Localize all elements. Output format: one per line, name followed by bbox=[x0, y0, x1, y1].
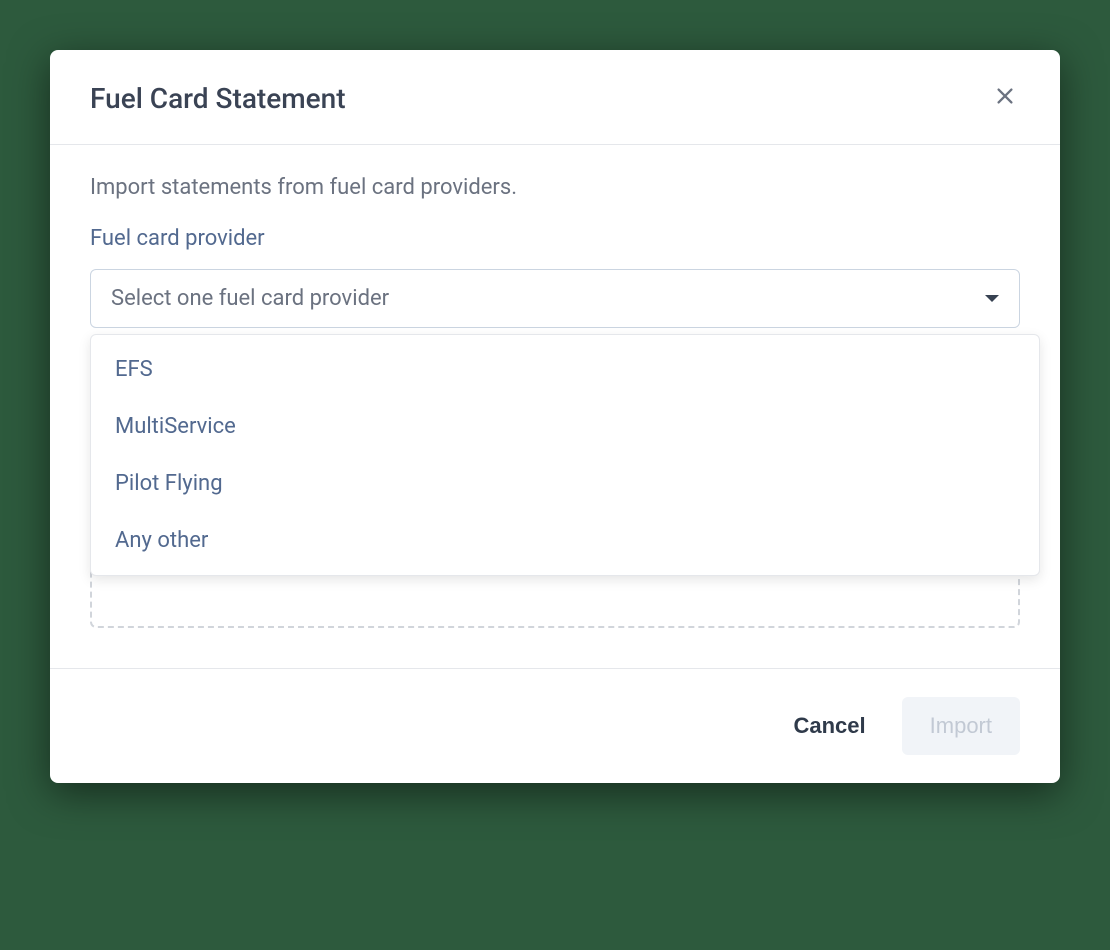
modal-description: Import statements from fuel card provide… bbox=[90, 175, 1020, 200]
modal-body: Import statements from fuel card provide… bbox=[50, 145, 1060, 668]
modal-header: Fuel Card Statement bbox=[50, 50, 1060, 145]
cancel-button[interactable]: Cancel bbox=[785, 701, 873, 751]
close-icon[interactable] bbox=[990, 80, 1020, 116]
provider-select-wrapper: Select one fuel card provider EFS MultiS… bbox=[90, 269, 1020, 328]
provider-option-any-other[interactable]: Any other bbox=[91, 512, 1039, 569]
provider-option-pilot-flying[interactable]: Pilot Flying bbox=[91, 455, 1039, 512]
modal-footer: Cancel Import bbox=[50, 668, 1060, 783]
provider-option-multiservice[interactable]: MultiService bbox=[91, 398, 1039, 455]
provider-select[interactable]: Select one fuel card provider bbox=[90, 269, 1020, 328]
fuel-card-statement-modal: Fuel Card Statement Import statements fr… bbox=[50, 50, 1060, 783]
import-button[interactable]: Import bbox=[902, 697, 1020, 755]
provider-dropdown-menu: EFS MultiService Pilot Flying Any other bbox=[90, 334, 1040, 576]
provider-field-label: Fuel card provider bbox=[90, 226, 1020, 251]
provider-option-efs[interactable]: EFS bbox=[91, 341, 1039, 398]
caret-down-icon bbox=[985, 295, 999, 302]
provider-select-placeholder: Select one fuel card provider bbox=[111, 286, 389, 311]
modal-title: Fuel Card Statement bbox=[90, 82, 346, 115]
